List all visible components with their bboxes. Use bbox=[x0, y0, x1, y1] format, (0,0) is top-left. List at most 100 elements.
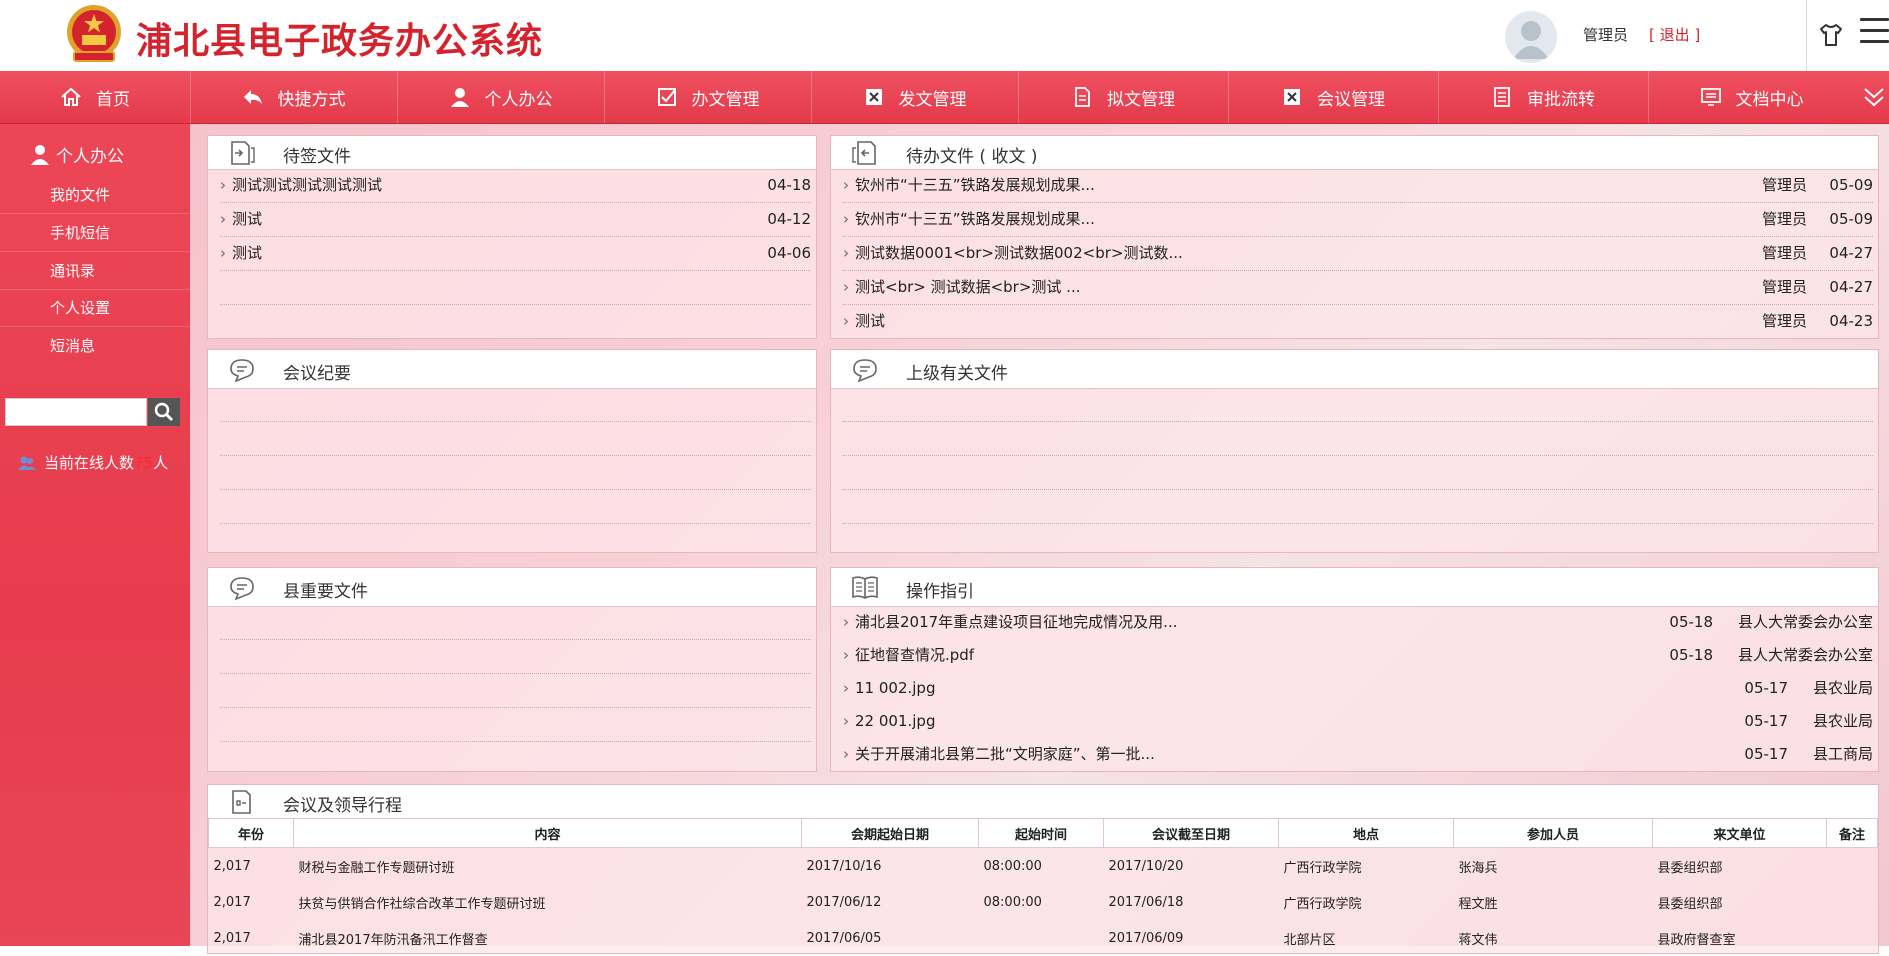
nav-label: 首页 bbox=[96, 89, 130, 110]
cell-start-time bbox=[979, 920, 1104, 956]
document-list-icon bbox=[1494, 87, 1510, 107]
table-row[interactable]: 2,017 扶贫与供销合作社综合改革工作专题研讨班 2017/06/12 08:… bbox=[209, 884, 1878, 920]
nav-item-dispatch[interactable]: 发文管理 bbox=[811, 71, 1019, 123]
menu-icon[interactable] bbox=[1860, 18, 1889, 46]
column-header: 参加人员 bbox=[1453, 818, 1653, 848]
list-item[interactable]: 钦州市“十三五”铁路发展规划成果... 管理员 05-09 bbox=[843, 203, 1873, 237]
column-header: 会期起始日期 bbox=[801, 818, 979, 848]
sidebar-item-contacts[interactable]: 通讯录 bbox=[0, 253, 190, 290]
item-owner: 管理员 bbox=[1761, 176, 1807, 194]
list-item[interactable]: 钦州市“十三五”铁路发展规划成果... 管理员 05-09 bbox=[843, 169, 1873, 203]
list-item[interactable]: 测试<br> 测试数据<br>测试 ... 管理员 04-27 bbox=[843, 271, 1873, 305]
document-sign-icon bbox=[231, 141, 255, 165]
document-inbox-icon bbox=[852, 141, 876, 165]
table-row[interactable]: 2,017 财税与金融工作专题研讨班 2017/10/16 08:00:00 2… bbox=[209, 848, 1878, 885]
item-date: 04-23 bbox=[1829, 312, 1873, 330]
list-item[interactable]: 测试 04-06 bbox=[220, 237, 811, 271]
reply-icon bbox=[243, 90, 262, 104]
chevron-down-icon[interactable] bbox=[1859, 83, 1889, 111]
item-text: 22 001.jpg bbox=[855, 712, 936, 730]
cell-end-date: 2017/10/20 bbox=[1108, 858, 1184, 874]
nav-item-drafting[interactable]: 拟文管理 bbox=[1018, 71, 1229, 123]
list-item[interactable]: 关于开展浦北县第二批“文明家庭”、第一批... 05-17 县工商局 bbox=[843, 738, 1873, 771]
nav-item-approval[interactable]: 审批流转 bbox=[1438, 71, 1649, 123]
search-input[interactable] bbox=[5, 398, 147, 426]
panel-guide: 操作指引 浦北县2017年重点建设项目征地完成情况及用... 05-18 县人大常委… bbox=[830, 567, 1879, 772]
table-row[interactable]: 2,017 浦北县2017年防汛备汛工作督查 2017/06/05 2017/0… bbox=[209, 920, 1878, 956]
nav-item-shortcuts[interactable]: 快捷方式 bbox=[190, 71, 398, 123]
header: 浦北县电子政务办公系统 管理员 [ 退出 ] bbox=[0, 0, 1889, 71]
item-date: 05-17 bbox=[1744, 712, 1788, 730]
cell-attendees: 程文胜 bbox=[1458, 896, 1498, 912]
chat-document-icon bbox=[230, 577, 254, 601]
online-label: 当前在线人数 bbox=[44, 454, 135, 472]
nav-item-personal[interactable]: 个人办公 bbox=[397, 71, 605, 123]
item-text: 测试 bbox=[855, 312, 886, 330]
nav-label: 拟文管理 bbox=[1107, 89, 1175, 110]
sidebar-item-sms[interactable]: 手机短信 bbox=[0, 215, 190, 252]
list-item[interactable]: 测试数据0001<br>测试数据002<br>测试数... 管理员 04-27 bbox=[843, 237, 1873, 271]
national-emblem-icon bbox=[67, 5, 121, 62]
nav-label: 文档中心 bbox=[1735, 89, 1804, 110]
skin-shirt-icon[interactable] bbox=[1818, 22, 1844, 48]
search-button[interactable] bbox=[148, 398, 180, 426]
item-unit: 县人大常委会办公室 bbox=[1737, 646, 1873, 664]
sidebar-heading[interactable]: 个人办公 bbox=[30, 142, 124, 167]
nav-item-document-handling[interactable]: 办文管理 bbox=[604, 71, 812, 123]
nav-item-home[interactable]: 首页 bbox=[0, 71, 191, 123]
cell-start-date: 2017/06/05 bbox=[806, 930, 882, 946]
logout-link[interactable]: [ 退出 ] bbox=[1649, 24, 1700, 45]
item-owner: 管理员 bbox=[1761, 278, 1807, 296]
list-item[interactable]: 22 001.jpg 05-17 县农业局 bbox=[843, 705, 1873, 738]
main-content: 待签文件 测试测试测试测试测试 04-18 测试 04-12 测试 04-06 待办文… bbox=[190, 124, 1889, 954]
list-item[interactable]: 测试测试测试测试测试 04-18 bbox=[220, 169, 811, 203]
sidebar-item-my-files[interactable]: 我的文件 bbox=[0, 177, 190, 214]
item-date: 05-18 bbox=[1669, 613, 1713, 631]
book-icon bbox=[852, 576, 878, 599]
item-date: 05-09 bbox=[1829, 176, 1873, 194]
empty-row bbox=[220, 422, 811, 456]
list-item[interactable]: 浦北县2017年重点建设项目征地完成情况及用... 05-18 县人大常委会办公室 bbox=[843, 606, 1873, 639]
list-item[interactable]: 测试 管理员 04-23 bbox=[843, 305, 1873, 338]
sidebar-item-messages[interactable]: 短消息 bbox=[0, 328, 190, 365]
cell-source-unit: 县委组织部 bbox=[1657, 860, 1723, 876]
empty-row bbox=[220, 606, 811, 640]
close-box-icon bbox=[865, 89, 882, 105]
list-item[interactable]: 11 002.jpg 05-17 县农业局 bbox=[843, 672, 1873, 705]
cell-location: 广西行政学院 bbox=[1283, 860, 1362, 876]
empty-row bbox=[843, 422, 1873, 456]
item-text: 11 002.jpg bbox=[855, 679, 936, 697]
panel-header: 待签文件 bbox=[208, 136, 816, 170]
nav-item-meetings[interactable]: 会议管理 bbox=[1228, 71, 1439, 123]
empty-row bbox=[843, 490, 1873, 524]
cell-location: 广西行政学院 bbox=[1283, 896, 1362, 912]
cell-content: 浦北县2017年防汛备汛工作督查 bbox=[298, 932, 488, 948]
cell-start-date: 2017/06/12 bbox=[806, 894, 882, 910]
sidebar-heading-label: 个人办公 bbox=[56, 147, 124, 167]
cell-attendees: 张海兵 bbox=[1458, 860, 1498, 876]
panel-title: 会议纪要 bbox=[283, 364, 351, 384]
nav-item-doc-center[interactable]: 文档中心 bbox=[1648, 71, 1855, 123]
item-owner: 管理员 bbox=[1761, 210, 1807, 228]
cell-start-date: 2017/10/16 bbox=[806, 858, 882, 874]
sidebar-item-settings[interactable]: 个人设置 bbox=[0, 290, 190, 327]
panel-header: 上级有关文件 bbox=[831, 350, 1878, 389]
user-icon bbox=[31, 144, 49, 165]
panel-meeting-minutes: 会议纪要 bbox=[207, 349, 817, 553]
checkbox-icon bbox=[657, 88, 676, 106]
item-text: 钦州市“十三五”铁路发展规划成果... bbox=[855, 210, 1095, 228]
item-date: 04-27 bbox=[1829, 244, 1873, 262]
item-date: 05-17 bbox=[1744, 745, 1788, 763]
users-icon bbox=[18, 456, 36, 470]
empty-row bbox=[220, 271, 811, 305]
nav-label: 个人办公 bbox=[484, 89, 553, 110]
panel-superior-docs: 上级有关文件 bbox=[830, 349, 1879, 553]
system-title: 浦北县电子政务办公系统 bbox=[136, 21, 544, 62]
item-text: 测试 bbox=[232, 244, 263, 262]
item-date: 04-06 bbox=[767, 244, 811, 262]
list-item[interactable]: 征地督查情况.pdf 05-18 县人大常委会办公室 bbox=[843, 639, 1873, 672]
avatar[interactable] bbox=[1505, 11, 1557, 63]
list-item[interactable]: 测试 04-12 bbox=[220, 203, 811, 237]
table-header-row: 年份 内容 会期起始日期 起始时间 会议截至日期 地点 参加人员 来文单位 备注 bbox=[208, 818, 1878, 848]
calendar-document-icon bbox=[232, 790, 251, 814]
